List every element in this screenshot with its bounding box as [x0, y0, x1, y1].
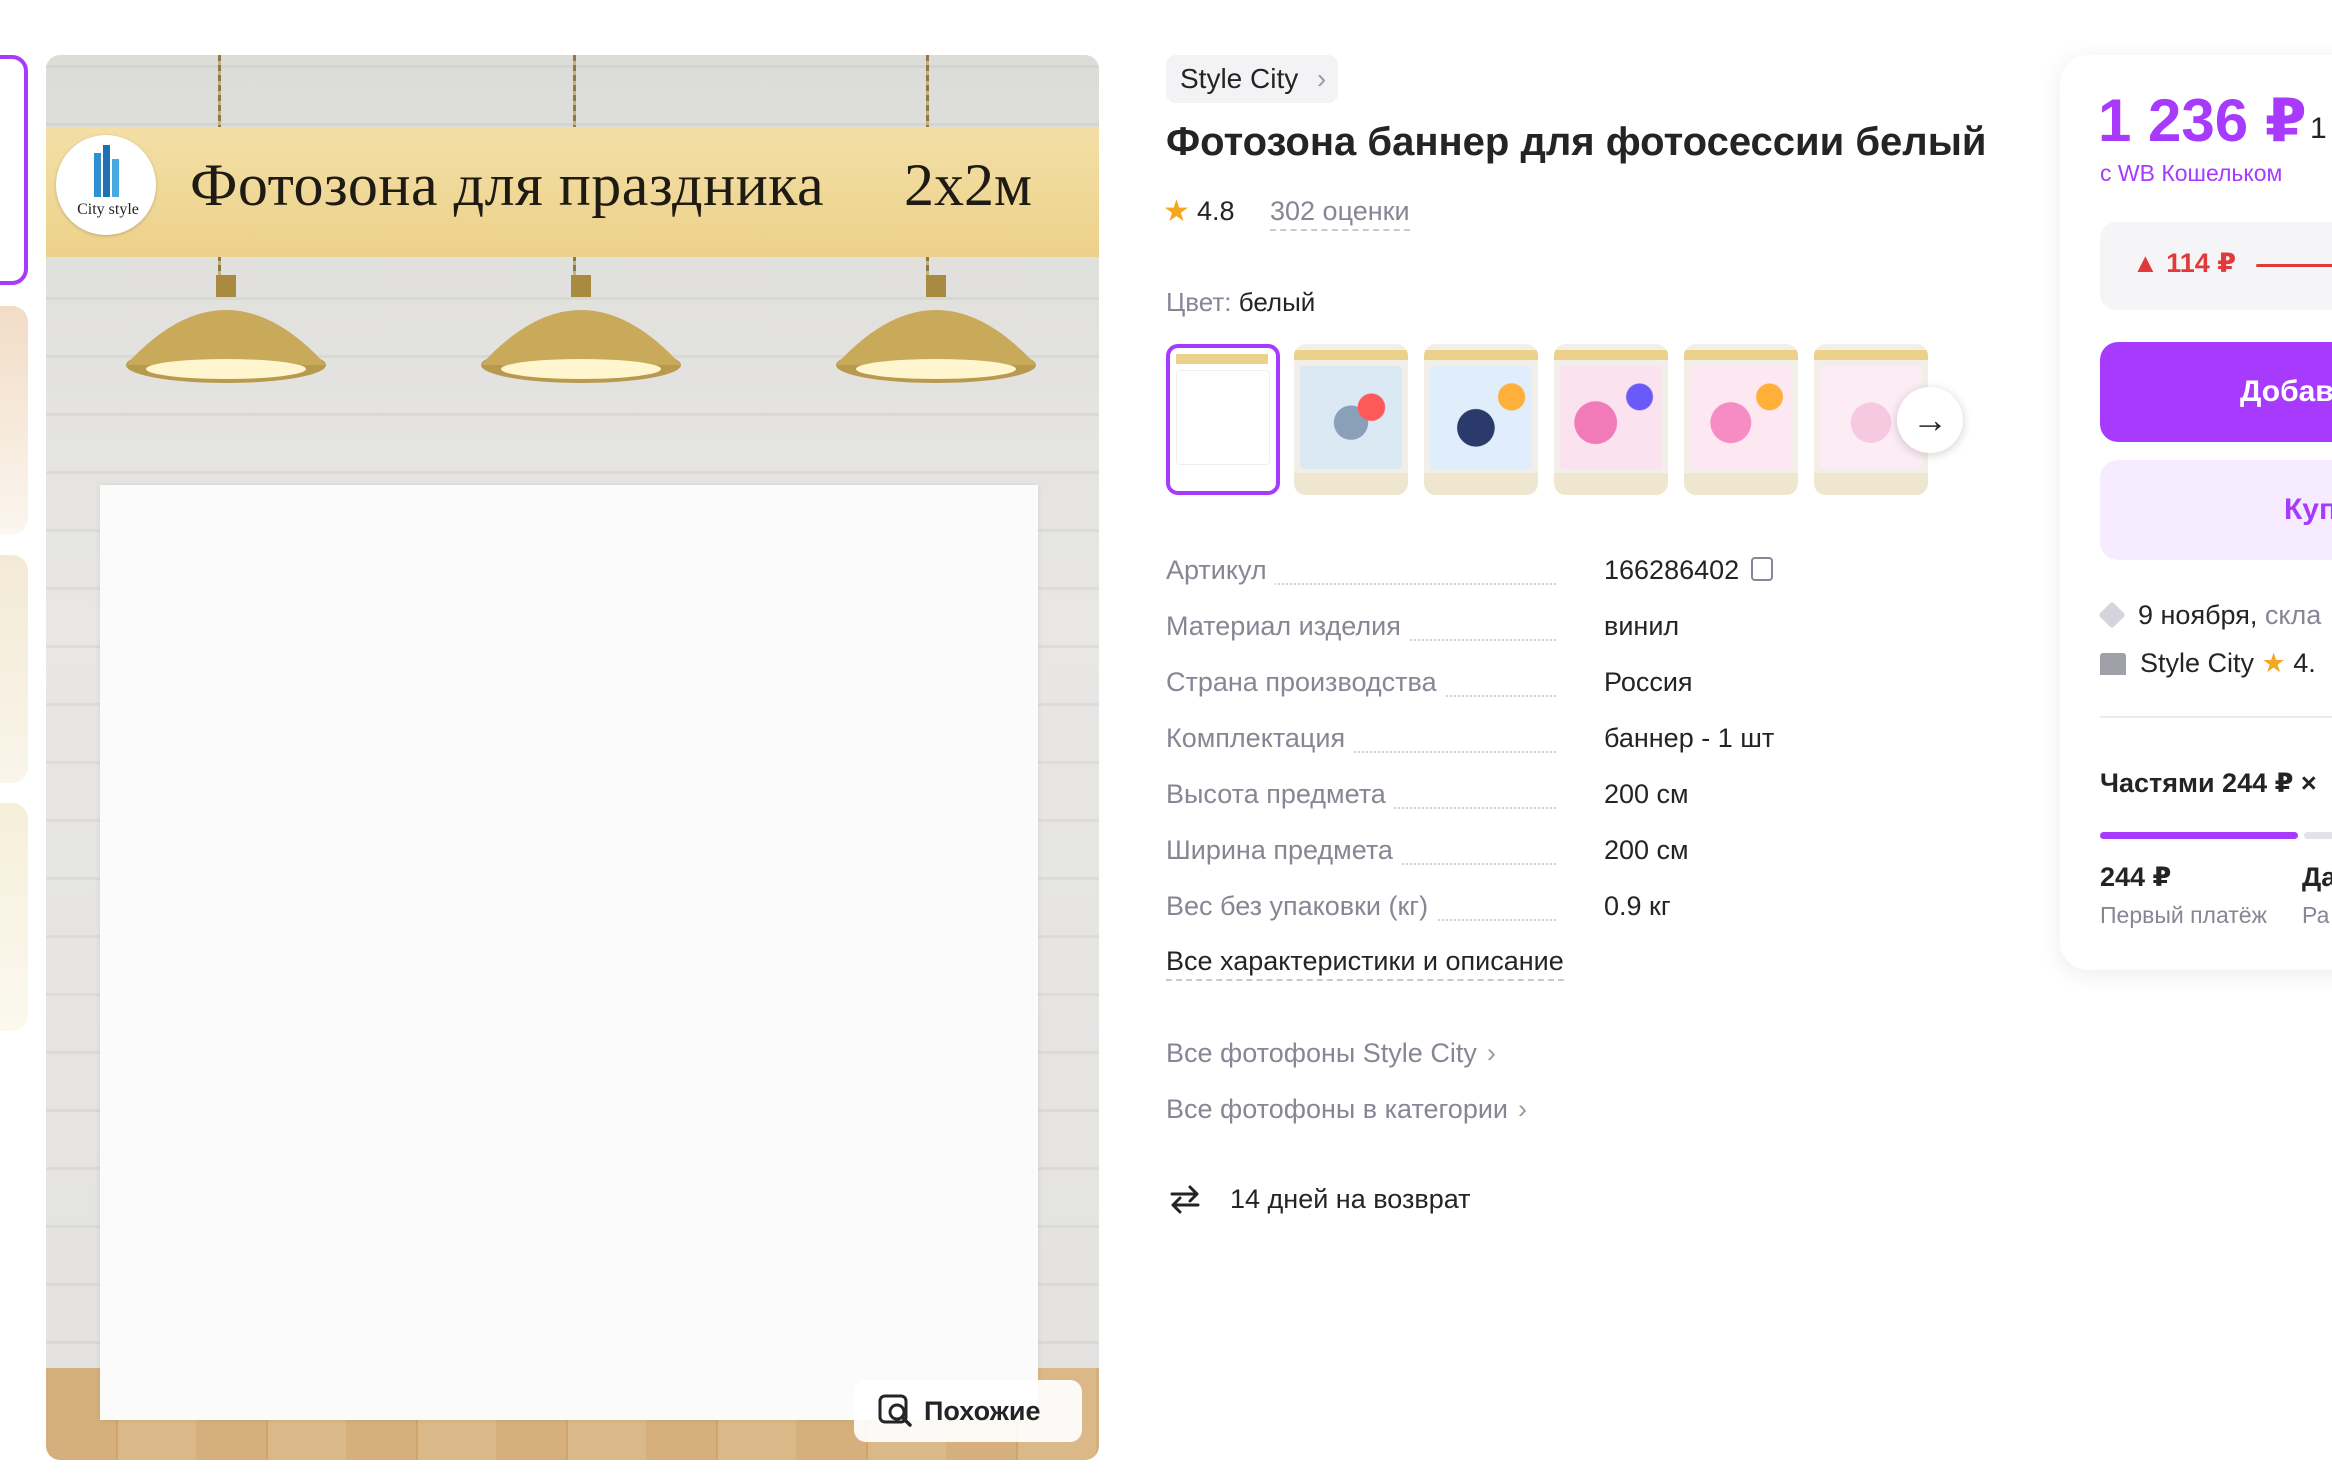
brand-logo	[56, 135, 156, 235]
wallet-label[interactable]: с WB Кошельком	[2100, 160, 2282, 187]
spec-row: Вес без упаковки (кг) 0.9 кг	[1166, 891, 1926, 931]
price-secondary: 1	[2310, 112, 2327, 145]
spec-key: Артикул	[1166, 555, 1275, 586]
lamp-icon	[126, 275, 326, 383]
shop-icon	[2100, 653, 2126, 675]
return-arrows-icon	[1170, 1185, 1200, 1214]
spec-value: 200 см	[1604, 835, 1689, 865]
seller-rating: 4.	[2293, 648, 2316, 678]
chevron-right-icon: ›	[1316, 63, 1327, 94]
spec-row: Ширина предмета 200 см	[1166, 835, 1926, 875]
seller-info[interactable]: Style City ★ 4.	[2100, 648, 2316, 679]
spec-row: Материал изделия винил	[1166, 611, 1926, 651]
banner-title: Фотозона для праздника	[190, 152, 825, 218]
seller-name: Style City	[2140, 648, 2255, 678]
box-icon	[2098, 601, 2126, 629]
variant-thumb[interactable]	[1554, 344, 1668, 495]
next-payment-label: Ра	[2302, 902, 2330, 928]
price-delta: ▲ 114 ₽	[2132, 248, 2237, 278]
gallery-thumb-2[interactable]	[0, 306, 28, 534]
banner-size: 2х2м	[904, 152, 1032, 218]
return-policy[interactable]: 14 дней на возврат	[1166, 1180, 1471, 1218]
variant-thumb[interactable]	[1424, 344, 1538, 495]
delivery-date: 9 ноября,	[2138, 600, 2258, 630]
delivery-info: 9 ноября, скла	[2098, 600, 2322, 631]
rating-count-link[interactable]: 302 оценки	[1270, 196, 1410, 231]
spec-value: 200 см	[1604, 779, 1689, 809]
gallery-thumb-1[interactable]	[0, 55, 28, 285]
spec-value: Россия	[1604, 667, 1693, 697]
next-payment-value: Да	[2302, 862, 2332, 892]
return-text: 14 дней на возврат	[1230, 1183, 1471, 1214]
spec-key: Ширина предмета	[1166, 835, 1401, 866]
star-icon: ★	[2261, 648, 2286, 678]
all-specs-link[interactable]: Все характеристики и описание	[1166, 946, 1564, 981]
price-delta-value: 114 ₽	[2166, 248, 2237, 278]
similar-label: Похожие	[924, 1395, 1041, 1426]
similar-search-icon	[878, 1394, 912, 1427]
add-to-cart-button[interactable]: Добав	[2100, 342, 2332, 442]
article-value[interactable]: 166286402	[1604, 555, 1739, 585]
gallery-thumb-3[interactable]	[0, 555, 28, 783]
spec-row: Страна производства Россия	[1166, 667, 1926, 707]
brand-logo-text: City style	[77, 201, 139, 218]
spec-key: Страна производства	[1166, 667, 1445, 698]
divider	[2100, 716, 2332, 718]
installments-title[interactable]: Частями 244 ₽ ×	[2100, 768, 2317, 799]
color-label-key: Цвет:	[1166, 287, 1232, 317]
variant-thumb[interactable]	[1294, 344, 1408, 495]
copy-icon[interactable]	[1751, 557, 1774, 581]
brand-category-label: Все фотофоны Style City	[1166, 1038, 1477, 1068]
brand-category-link[interactable]: Все фотофоны Style City ›	[1166, 1038, 1496, 1069]
first-payment-label: Первый платёж	[2100, 902, 2267, 928]
delivery-warehouse: скла	[2264, 600, 2322, 630]
spec-row: Высота предмета 200 см	[1166, 779, 1926, 819]
first-payment-value: 244 ₽	[2100, 862, 2172, 892]
spec-key: Комплектация	[1166, 723, 1354, 754]
spec-value: винил	[1604, 611, 1680, 641]
chevron-right-icon: ›	[1486, 1038, 1496, 1068]
similar-button[interactable]: Похожие	[854, 1380, 1082, 1442]
spec-key: Материал изделия	[1166, 611, 1409, 642]
spec-key: Вес без упаковки (кг)	[1166, 891, 1437, 922]
price: 1 236 ₽	[2098, 87, 2307, 154]
white-photo-backdrop	[100, 485, 1038, 1420]
buy-now-button[interactable]: Куп	[2100, 460, 2332, 560]
category-label: Все фотофоны в категории	[1166, 1094, 1508, 1124]
spec-row: Артикул 166286402	[1166, 555, 1926, 595]
color-label: Цвет: белый	[1166, 287, 1315, 318]
spec-value: баннер - 1 шт	[1604, 723, 1775, 753]
product-title: Фотозона баннер для фотосессии белый	[1166, 120, 1987, 164]
lamp-icon	[836, 275, 1036, 383]
color-value: белый	[1238, 287, 1316, 317]
lamp-icon	[481, 275, 681, 383]
installments-progress-paid	[2100, 832, 2298, 839]
spec-value: 0.9 кг	[1604, 891, 1671, 921]
spec-key: Высота предмета	[1166, 779, 1394, 810]
brand-name: Style City	[1180, 63, 1299, 94]
category-link[interactable]: Все фотофоны в категории ›	[1166, 1094, 1527, 1125]
rating-value: 4.8	[1197, 196, 1235, 226]
gallery-thumb-4[interactable]	[0, 803, 28, 1031]
arrow-right-icon: →	[1912, 399, 1948, 440]
chevron-right-icon: ›	[1518, 1094, 1527, 1124]
variants-next-button[interactable]: →	[1897, 387, 1963, 453]
variant-thumb[interactable]	[1684, 344, 1798, 495]
price-history-sparkline	[2256, 264, 2332, 267]
spec-row: Комплектация баннер - 1 шт	[1166, 723, 1926, 763]
installments-progress-rest	[2304, 832, 2332, 839]
star-icon: ★	[1163, 195, 1190, 228]
variant-thumb-white[interactable]	[1166, 344, 1280, 495]
brand-link[interactable]: Style City ›	[1166, 55, 1339, 103]
product-main-image[interactable]: City style Фотозона для праздника 2х2м П…	[46, 55, 1099, 1460]
